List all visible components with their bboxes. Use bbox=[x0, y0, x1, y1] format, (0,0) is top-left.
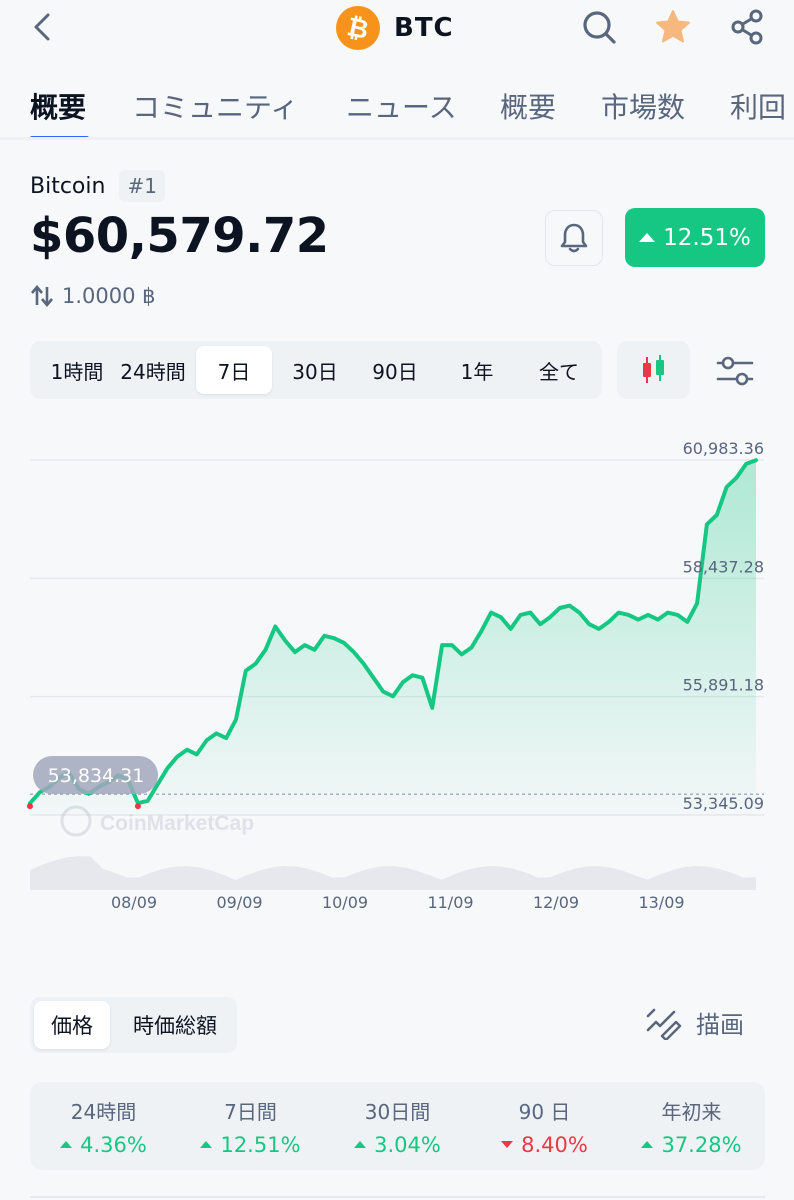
x-axis-tick-label: 10/09 bbox=[322, 893, 368, 912]
coin-name-row: Bitcoin #1 bbox=[30, 170, 165, 202]
active-tab-indicator bbox=[30, 136, 89, 137]
y-axis-tick-label: 58,437.28 bbox=[683, 557, 764, 576]
bitcoin-logo-icon: ₿ bbox=[336, 6, 380, 50]
search-icon[interactable] bbox=[580, 8, 618, 46]
tab-overview[interactable]: 概要 bbox=[30, 86, 86, 126]
y-axis-tick-label: 55,891.18 bbox=[683, 676, 764, 695]
below-open-marker bbox=[27, 803, 33, 810]
up-arrow-icon bbox=[60, 1141, 73, 1148]
tab-news[interactable]: ニュース bbox=[346, 86, 457, 126]
open-price-label: 53,834.31 bbox=[48, 765, 145, 787]
perf-value: 37.28% bbox=[641, 1132, 742, 1157]
range-7d[interactable]: 7日 bbox=[196, 346, 272, 394]
perf-value: 3.04% bbox=[354, 1133, 441, 1157]
x-axis-tick-label: 12/09 bbox=[533, 893, 579, 912]
x-axis-tick-label: 11/09 bbox=[427, 893, 473, 912]
price-change-badge: 12.51% bbox=[625, 208, 765, 267]
toggle-price[interactable]: 価格 bbox=[34, 1001, 110, 1049]
btc-amount-row[interactable]: 1.0000 ฿ bbox=[30, 284, 156, 308]
perf-24h: 24時間 4.36% bbox=[30, 1082, 177, 1170]
share-icon[interactable] bbox=[728, 8, 766, 46]
y-axis-tick-label: 53,345.09 bbox=[683, 794, 764, 813]
perf-7d: 7日間 12.51% bbox=[177, 1082, 324, 1170]
range-24h[interactable]: 24時間 bbox=[112, 346, 194, 394]
perf-label: 年初来 bbox=[661, 1099, 722, 1124]
time-range-selector: 1時間 24時間 7日 30日 90日 1年 全て bbox=[30, 341, 602, 399]
candlestick-icon bbox=[642, 355, 664, 383]
swap-arrows-icon bbox=[31, 284, 53, 308]
perf-value: 12.51% bbox=[200, 1132, 301, 1157]
top-bar: ₿ BTC bbox=[0, 0, 794, 56]
perf-90d: 90 日 8.40% bbox=[471, 1082, 618, 1170]
down-arrow-icon bbox=[501, 1141, 514, 1148]
rank-badge: #1 bbox=[119, 170, 165, 202]
coin-name: Bitcoin bbox=[30, 173, 106, 199]
perf-label: 24時間 bbox=[70, 1099, 137, 1124]
perf-value-text: 3.04% bbox=[374, 1132, 441, 1157]
perf-value-text: 12.51% bbox=[220, 1132, 301, 1157]
range-30d[interactable]: 30日 bbox=[278, 346, 352, 394]
perf-label: 30日間 bbox=[364, 1099, 431, 1124]
perf-ytd: 年初来 37.28% bbox=[618, 1082, 765, 1170]
divider bbox=[30, 1196, 765, 1198]
perf-label: 7日間 bbox=[224, 1099, 277, 1124]
range-1h[interactable]: 1時間 bbox=[36, 346, 118, 394]
perf-value: 8.40% bbox=[501, 1133, 588, 1157]
coin-symbol: BTC bbox=[394, 13, 454, 43]
x-axis-tick-label: 13/09 bbox=[638, 893, 684, 912]
up-arrow-icon bbox=[641, 1141, 654, 1148]
y-axis-tick-label: 60,983.36 bbox=[683, 439, 764, 458]
x-axis-tick-label: 09/09 bbox=[216, 893, 262, 912]
toggle-market-cap[interactable]: 時価総額 bbox=[118, 1001, 232, 1049]
coin-title: ₿ BTC bbox=[336, 6, 454, 50]
price-alert-button[interactable] bbox=[545, 210, 603, 266]
draw-label: 描画 bbox=[696, 1011, 744, 1039]
performance-summary: 24時間 4.36% 7日間 12.51% 30日間 3.04% 90 日 8.… bbox=[30, 1082, 765, 1170]
below-open-marker bbox=[134, 803, 141, 810]
up-arrow-icon bbox=[200, 1141, 213, 1148]
perf-30d: 30日間 3.04% bbox=[324, 1082, 471, 1170]
perf-value: 4.36% bbox=[60, 1133, 147, 1157]
btc-amount-value: 1.0000 ฿ bbox=[62, 284, 156, 308]
perf-label: 90 日 bbox=[518, 1099, 571, 1124]
price-change-value: 12.51% bbox=[663, 224, 751, 251]
chart-settings-icon[interactable] bbox=[712, 349, 758, 393]
tab-markets[interactable]: 市場数 bbox=[601, 86, 685, 126]
perf-value-text: 8.40% bbox=[521, 1132, 588, 1157]
up-arrow-icon bbox=[354, 1141, 367, 1148]
perf-value-text: 4.36% bbox=[80, 1132, 147, 1157]
chart-type-toggle: 価格 時価総額 bbox=[30, 997, 237, 1053]
bitcoin-logo-glyph: ₿ bbox=[344, 12, 371, 46]
up-arrow-icon bbox=[639, 233, 656, 242]
watermark-text: CoinMarketCap bbox=[100, 812, 254, 835]
perf-value-text: 37.28% bbox=[661, 1132, 742, 1157]
volume-band bbox=[30, 856, 756, 890]
x-axis-tick-label: 08/09 bbox=[111, 893, 157, 912]
current-price: $60,579.72 bbox=[30, 208, 329, 264]
price-chart[interactable]: CoinMarketCap 53,834.31 60,983.36 58,437.… bbox=[0, 430, 794, 920]
candlestick-toggle-button[interactable] bbox=[617, 341, 690, 399]
range-1y[interactable]: 1年 bbox=[440, 346, 514, 394]
range-90d[interactable]: 90日 bbox=[358, 346, 432, 394]
star-icon[interactable] bbox=[654, 8, 692, 46]
section-tabs: 概要 コミュニティ ニュース 概要 市場数 利回 bbox=[0, 80, 794, 140]
draw-pen-icon bbox=[646, 1008, 682, 1040]
range-all[interactable]: 全て bbox=[520, 346, 598, 394]
back-icon[interactable] bbox=[28, 10, 58, 44]
bell-icon bbox=[560, 223, 588, 253]
draw-button[interactable]: 描画 bbox=[644, 1005, 744, 1040]
tab-yield[interactable]: 利回 bbox=[730, 86, 786, 126]
tab-about[interactable]: 概要 bbox=[500, 86, 556, 126]
tab-community[interactable]: コミュニティ bbox=[132, 86, 298, 126]
